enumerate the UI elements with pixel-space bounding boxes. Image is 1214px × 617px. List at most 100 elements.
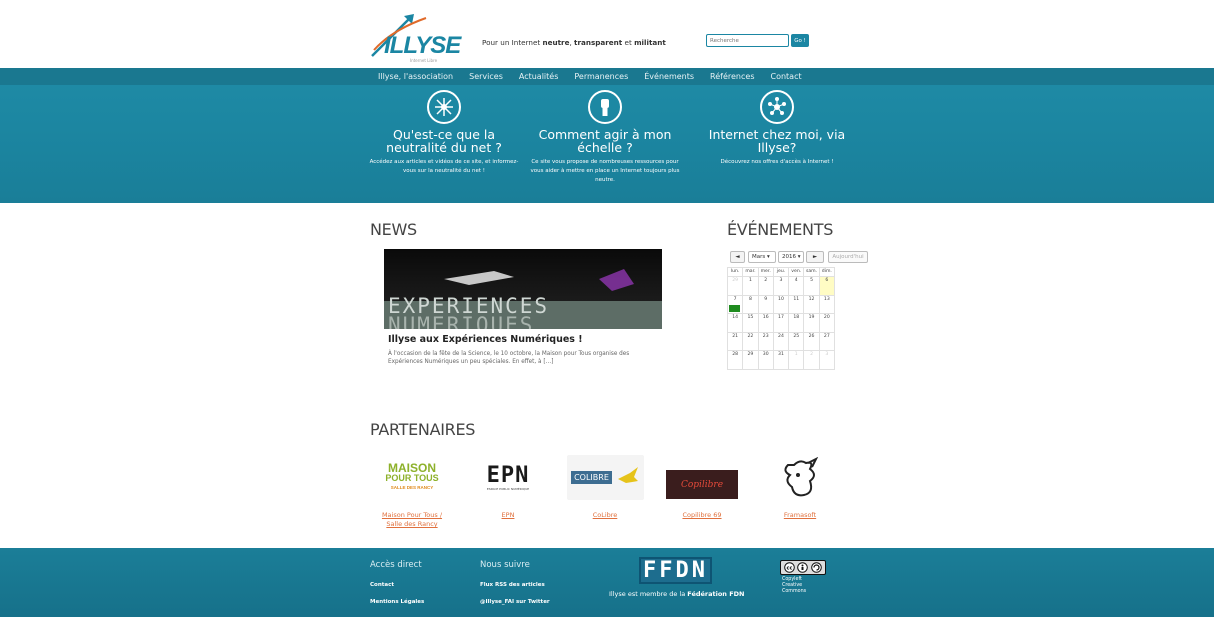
cc-license-text: Copyleft Creative Commons xyxy=(782,577,806,595)
footer-link-twitter[interactable]: @Illyse_FAI sur Twitter xyxy=(480,599,550,605)
weekday-label: sam. xyxy=(803,267,820,277)
weekday-label: dim. xyxy=(818,267,836,277)
ffdn-link[interactable]: Fédération FDN xyxy=(687,590,744,598)
calendar-day[interactable]: 27 xyxy=(818,331,836,351)
footer-link-contact[interactable]: Contact xyxy=(370,582,394,588)
nav-item-services[interactable]: Services xyxy=(469,72,503,81)
feature-internet-chez-moi[interactable]: Internet chez moi, via Illyse? Découvrez… xyxy=(697,90,857,167)
nav-item-association[interactable]: Illyse, l'association xyxy=(378,72,453,81)
calendar-day[interactable]: 17 xyxy=(772,313,790,333)
footer-link-mentions[interactable]: Mentions Légales xyxy=(370,599,424,605)
nav-item-evenements[interactable]: Événements xyxy=(644,72,694,81)
calendar-day[interactable]: 15 xyxy=(742,313,759,333)
calendar-day[interactable]: 4 xyxy=(788,276,805,296)
calendar-day[interactable]: 28 xyxy=(726,350,744,370)
calendar-day-today[interactable]: 6 xyxy=(818,276,836,296)
partner-link-copilibre[interactable]: Copilibre 69 xyxy=(672,511,732,520)
calendar-day[interactable]: 29 xyxy=(742,350,759,370)
calendar-day[interactable]: 24 xyxy=(772,331,790,351)
calendar-day[interactable]: 12 xyxy=(803,294,820,314)
nav-item-references[interactable]: Références xyxy=(710,72,754,81)
calendar-day[interactable]: 26 xyxy=(803,331,820,351)
calendar-day[interactable]: 13 xyxy=(818,294,836,314)
feature-agir[interactable]: Comment agir à mon échelle ? Ce site vou… xyxy=(525,90,685,185)
calendar-day[interactable]: 5 xyxy=(803,276,820,296)
ffdn-logo[interactable]: FFDN xyxy=(639,557,712,584)
search-button[interactable]: Go ! xyxy=(791,34,809,47)
calendar-today-button[interactable]: Aujourd'hui xyxy=(828,251,868,263)
news-image-text-line2: NUMERIQUES xyxy=(388,313,535,329)
feature-title: Qu'est-ce que la neutralité du net ? xyxy=(386,127,502,155)
tagline-and: et xyxy=(622,38,635,47)
partner-logo-epn[interactable]: EPN ESPACE PUBLIC NUMÉRIQUE xyxy=(472,455,544,500)
calendar-week-row: 29 1 2 3 4 5 6 xyxy=(726,276,836,296)
search-input[interactable] xyxy=(706,34,789,47)
calendar-day[interactable]: 23 xyxy=(757,331,774,351)
partner-logo-copilibre[interactable]: Copilibre xyxy=(666,470,738,499)
calendar-week-row: 7 8 9 10 11 12 13 xyxy=(726,294,836,314)
calendar-day[interactable]: 3 xyxy=(818,350,836,370)
tagline-neutre: neutre xyxy=(542,38,570,47)
event-marker[interactable] xyxy=(729,305,740,312)
calendar-week-row: 21 22 23 24 25 26 27 xyxy=(726,331,836,351)
feature-description: Découvrez nos offres d'accès à Internet … xyxy=(720,159,834,165)
calendar-day[interactable]: 16 xyxy=(757,313,774,333)
partner-logo-text: POUR TOUS xyxy=(385,472,439,483)
feature-title: Comment agir à mon échelle ? xyxy=(538,127,672,155)
news-title[interactable]: Illyse aux Expériences Numériques ! xyxy=(388,334,583,345)
calendar-day[interactable]: 18 xyxy=(788,313,805,333)
partner-logo-maison-pour-tous[interactable]: MAISON POUR TOUS SALLE DES RANCY xyxy=(380,455,444,500)
calendar-year-select[interactable]: 2016 ▾ xyxy=(778,251,804,263)
illyse-logo[interactable]: ILLYSE Internet Libre xyxy=(370,12,466,63)
calendar-weekday-row: lun. mar. mer. jeu. ven. sam. dim. xyxy=(726,267,836,277)
calendar-day[interactable]: 9 xyxy=(757,294,774,314)
creative-commons-badge[interactable]: cc xyxy=(780,560,826,575)
calendar-day[interactable]: 2 xyxy=(757,276,774,296)
weekday-label: lun. xyxy=(726,267,744,277)
calendar-day[interactable]: 10 xyxy=(772,294,790,314)
calendar-day[interactable]: 1 xyxy=(788,350,805,370)
footer-link-rss[interactable]: Flux RSS des articles xyxy=(480,582,545,588)
partner-logo-colibre[interactable]: COLIBRE xyxy=(567,455,644,500)
site-footer: Accès direct Contact Mentions Légales No… xyxy=(0,548,1214,617)
weekday-label: ven. xyxy=(788,267,805,277)
calendar-day[interactable]: 29 xyxy=(726,276,744,296)
calendar-prev-button[interactable]: ◄ xyxy=(730,251,745,263)
cc-icon: cc xyxy=(784,562,795,573)
calendar-day[interactable]: 1 xyxy=(742,276,759,296)
nav-item-actualites[interactable]: Actualités xyxy=(519,72,559,81)
nav-item-permanences[interactable]: Permanences xyxy=(574,72,628,81)
calendar-day[interactable]: 8 xyxy=(742,294,759,314)
news-heading: NEWS xyxy=(370,220,417,239)
calendar-day[interactable]: 21 xyxy=(726,331,744,351)
calendar-day[interactable]: 3 xyxy=(772,276,790,296)
calendar-next-button[interactable]: ► xyxy=(806,251,824,263)
calendar-day[interactable]: 30 xyxy=(757,350,774,370)
partner-logo-framasoft[interactable] xyxy=(778,455,822,500)
calendar-day[interactable]: 22 xyxy=(742,331,759,351)
site-header: ILLYSE Internet Libre Pour un Internet n… xyxy=(0,0,1214,68)
partner-link-colibre[interactable]: CoLibre xyxy=(575,511,635,520)
feature-neutralite[interactable]: Qu'est-ce que la neutralité du net ? Acc… xyxy=(364,90,524,176)
calendar-day[interactable]: 25 xyxy=(788,331,805,351)
calendar-day[interactable]: 14 xyxy=(726,313,744,333)
calendar-day-number: 7 xyxy=(733,296,737,302)
nav-item-contact[interactable]: Contact xyxy=(770,72,801,81)
calendar-day[interactable]: 19 xyxy=(803,313,820,333)
partner-logo-text: ESPACE PUBLIC NUMÉRIQUE xyxy=(486,486,530,491)
calendar-day[interactable]: 31 xyxy=(772,350,790,370)
calendar-week-row: 14 15 16 17 18 19 20 xyxy=(726,313,836,333)
calendar-day[interactable]: 20 xyxy=(818,313,836,333)
calendar-day-with-event[interactable]: 7 xyxy=(726,294,744,314)
calendar-month-select[interactable]: Mars ▾ xyxy=(748,251,776,263)
logo-text: ILLYSE xyxy=(384,32,461,59)
news-thumbnail[interactable]: EXPERIENCES NUMERIQUES xyxy=(384,249,662,329)
partner-logo-text: MAISON xyxy=(388,460,436,475)
partner-link-epn[interactable]: EPN xyxy=(478,511,538,520)
calendar-day[interactable]: 2 xyxy=(803,350,820,370)
light-streak-image xyxy=(444,269,634,291)
svg-text:cc: cc xyxy=(787,566,793,572)
partner-link-maison-pour-tous[interactable]: Maison Pour Tous / Salle des Rancy xyxy=(374,511,450,529)
calendar-day[interactable]: 11 xyxy=(788,294,805,314)
partner-link-framasoft[interactable]: Framasoft xyxy=(770,511,830,520)
